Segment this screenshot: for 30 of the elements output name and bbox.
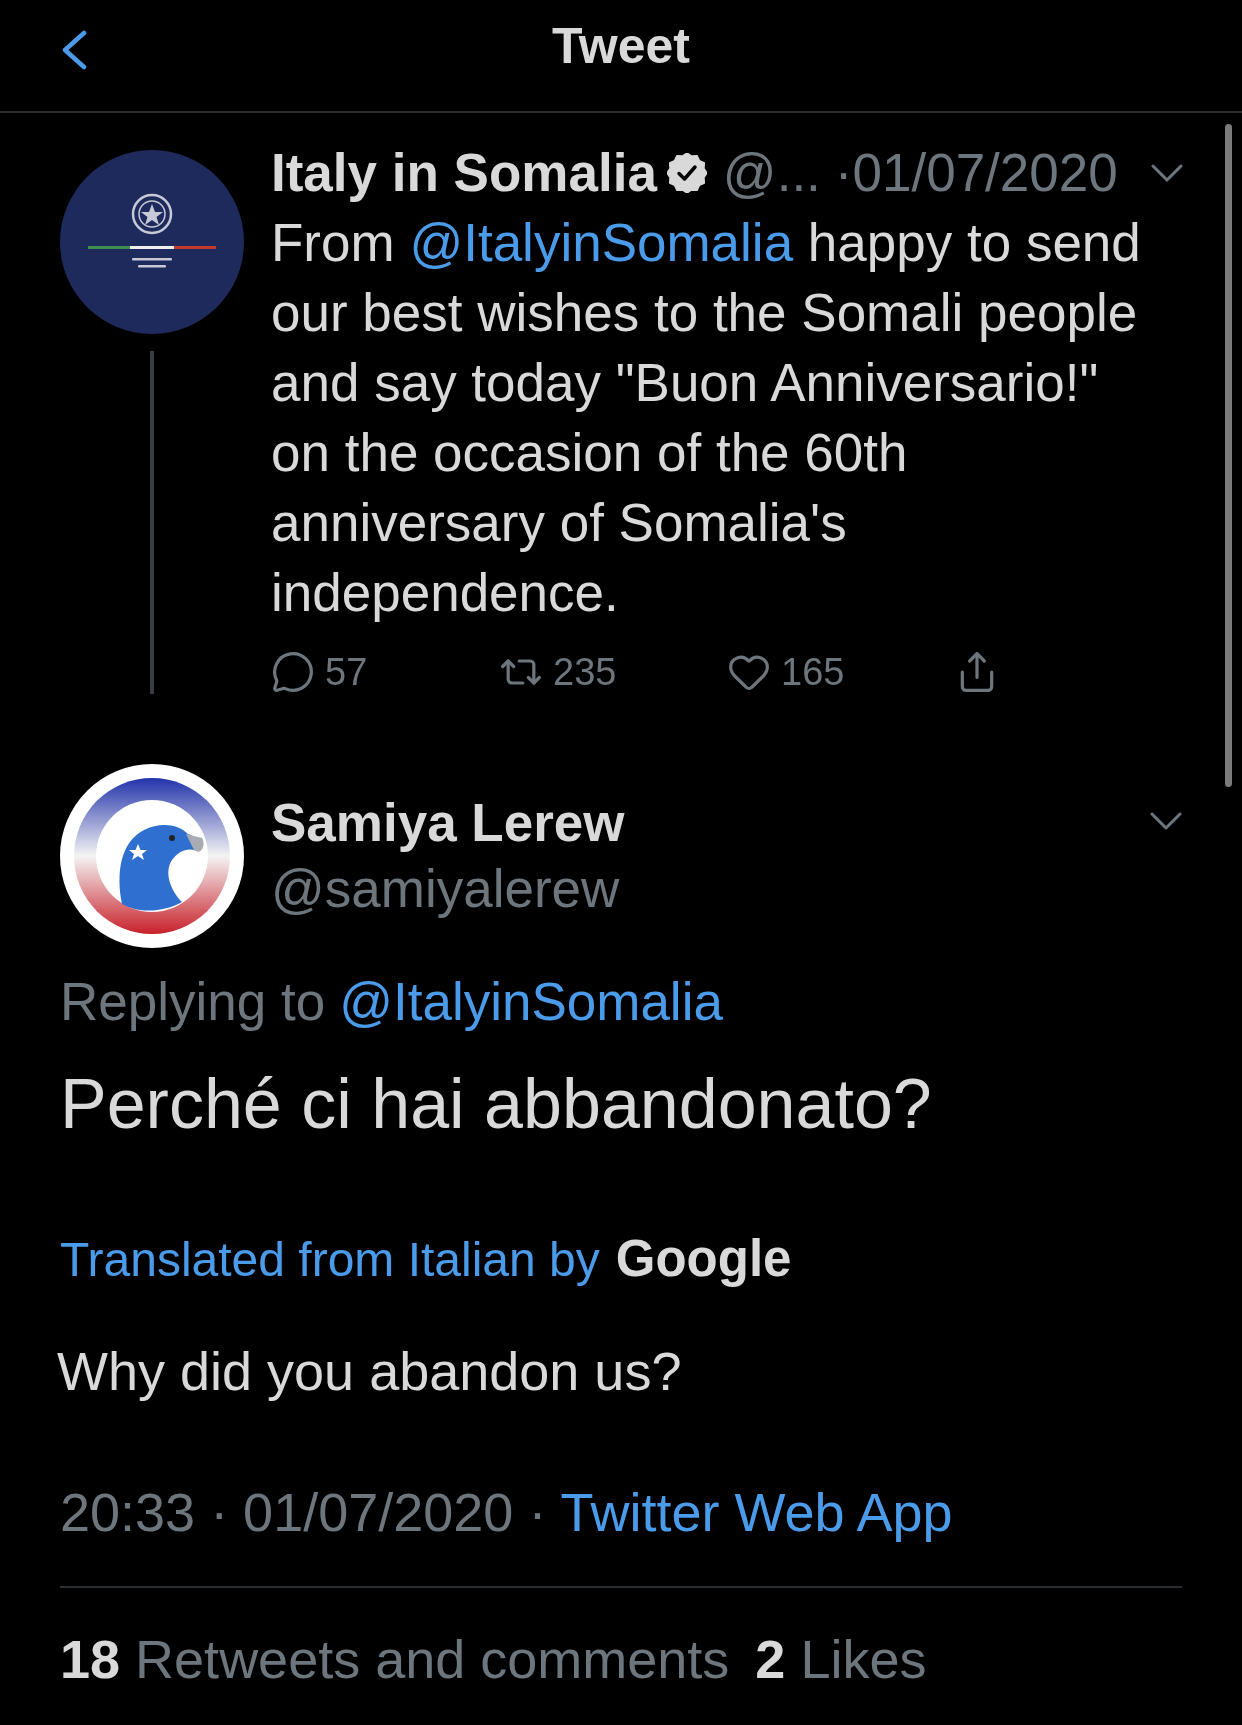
mention-link[interactable]: @ItalyinSomalia — [409, 213, 794, 272]
translated-text: Why did you abandon us? — [57, 1340, 683, 1403]
page-title: Tweet — [552, 17, 690, 76]
like-button[interactable]: 165 — [727, 650, 845, 694]
translation-label: Translated from Italian by — [60, 1232, 600, 1288]
replying-to-label: Replying to — [60, 971, 326, 1033]
more-options-button[interactable] — [1151, 164, 1183, 182]
stat-link[interactable]: 2 Likes — [755, 1626, 927, 1692]
author-name[interactable]: Italy in Somalia — [271, 138, 657, 208]
retweet-button[interactable]: 235 — [499, 650, 617, 694]
stat-link[interactable]: 18 Retweets and comments — [60, 1626, 730, 1692]
tweet-text: From @ItalyinSomalia happy to send our best wishes to the Somali people and say today "Buon Anniversario!" on the occasion of the 60th anniversary of Somalia's independence. — [271, 212, 1142, 624]
speech-bubble-icon — [271, 650, 315, 694]
tweet-text: Perché ci hai abbandonato? — [60, 1064, 933, 1145]
chevron-down-icon — [1151, 164, 1183, 182]
chevron-down-icon — [1150, 812, 1182, 830]
back-button[interactable] — [60, 30, 88, 70]
author-name[interactable]: Samiya Lerew — [271, 790, 625, 856]
mention-link[interactable]: @ItalyinSomalia — [339, 969, 723, 1035]
timestamp: 20:33 · 01/07/2020 · — [60, 1481, 547, 1544]
tweet-date: ·01/07/2020 — [834, 142, 1118, 204]
translator-name: Google — [615, 1229, 792, 1289]
emblem-avatar-drawing[interactable] — [60, 150, 244, 334]
author-handle: @samiyalerew — [271, 858, 620, 920]
more-options-button[interactable] — [1150, 812, 1182, 830]
chevron-left-icon — [60, 30, 88, 70]
reply-button[interactable]: 57 — [271, 650, 368, 694]
eagle-avatar-drawing[interactable] — [60, 764, 244, 948]
source-link[interactable]: Twitter Web App — [560, 1479, 953, 1545]
author-handle: @... — [722, 142, 821, 204]
